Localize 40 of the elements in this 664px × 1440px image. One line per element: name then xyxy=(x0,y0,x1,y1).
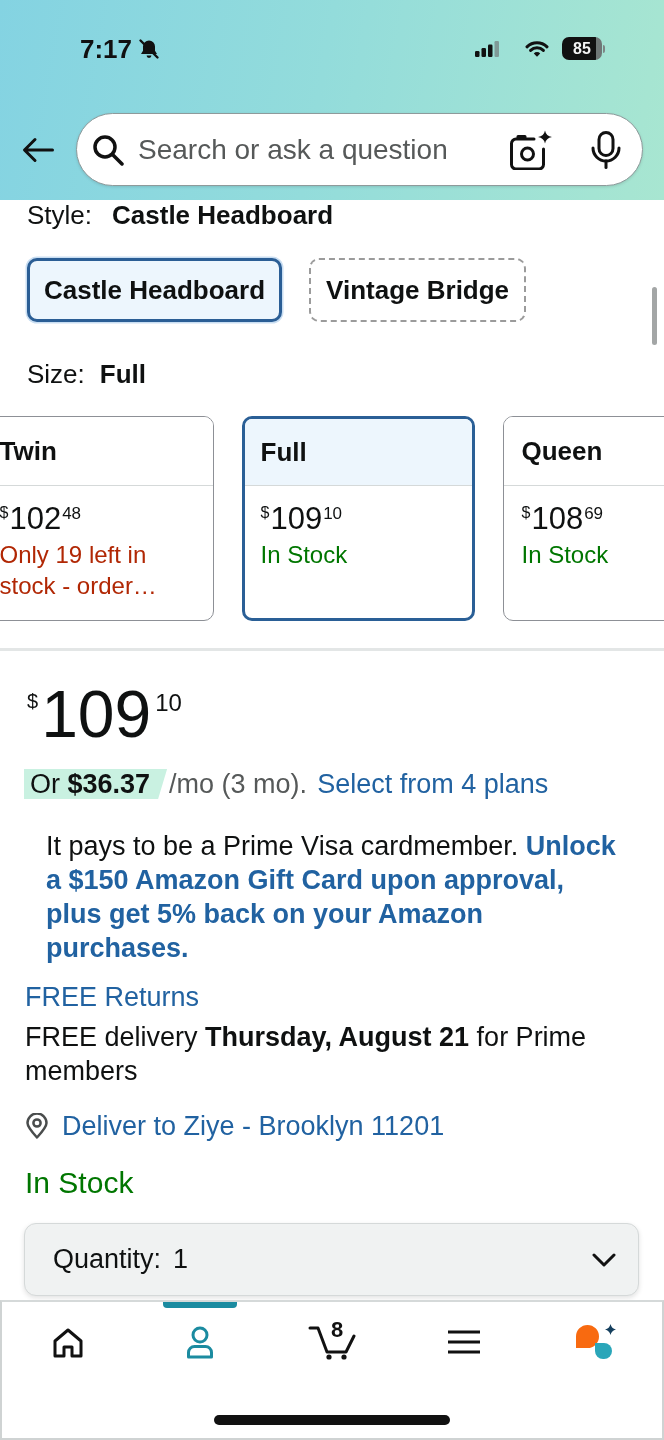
menu-icon xyxy=(447,1330,481,1354)
option-value: Castle Headboard xyxy=(112,200,334,230)
option-label: Style: xyxy=(27,200,93,230)
status-time: 7:17 xyxy=(80,33,133,64)
size-name: Queen xyxy=(521,435,603,466)
option-label: Size: xyxy=(27,359,85,389)
battery-indicator: 85 xyxy=(562,37,605,60)
search-icon xyxy=(92,133,124,166)
home-icon xyxy=(52,1326,84,1358)
size-name: Twin xyxy=(0,435,57,466)
delivery-info-text: FREE delivery Thursday, August 21 for Prime members xyxy=(25,1021,588,1088)
chevron-down-icon xyxy=(592,1252,616,1267)
camera-icon[interactable] xyxy=(509,129,553,170)
cart-icon xyxy=(308,1324,356,1360)
microphone-icon[interactable] xyxy=(590,130,622,169)
scrollbar-thumb xyxy=(652,287,657,345)
wifi-icon xyxy=(525,40,549,57)
size-name: Full xyxy=(260,436,307,467)
deliver-to-link[interactable]: Deliver to Ziye - Brooklyn 11201 xyxy=(62,1110,445,1142)
free-returns-link[interactable]: FREE Returns xyxy=(25,980,639,1014)
location-pin-icon xyxy=(25,1113,49,1139)
back-arrow-icon[interactable] xyxy=(22,136,54,163)
option-value: Full xyxy=(99,359,147,389)
search-bar[interactable]: Search or ask a question xyxy=(76,113,643,186)
person-icon xyxy=(184,1325,216,1359)
signal-icon xyxy=(475,40,499,57)
card-offer-text: It pays to be a Prime Visa cardmember. Unlock a $150 Amazon Gift Card upon approval, plus get 5% back on your Amazon purchases. xyxy=(46,830,617,965)
quantity-dropdown[interactable]: Quantity: 1 xyxy=(24,1223,639,1296)
style-option[interactable]: Vintage Bridge xyxy=(309,258,527,322)
cart-tab[interactable]: 8 xyxy=(295,1302,369,1376)
select-plans-link[interactable]: Select from 4 plans xyxy=(317,768,549,800)
availability-text: In Stock xyxy=(521,539,610,570)
monthly-price-highlight: Or $36.37 xyxy=(24,769,168,799)
installment-terms: /mo (3 mo). xyxy=(169,768,308,800)
availability-text: Only 19 left in stock - order… xyxy=(0,539,158,601)
search-input[interactable]: Search or ask a question xyxy=(138,129,499,170)
stock-status: In Stock xyxy=(25,1166,135,1200)
chat-bubbles-icon xyxy=(575,1324,617,1360)
style-option[interactable]: Castle Headboard xyxy=(27,258,283,322)
availability-text: In Stock xyxy=(260,539,349,570)
